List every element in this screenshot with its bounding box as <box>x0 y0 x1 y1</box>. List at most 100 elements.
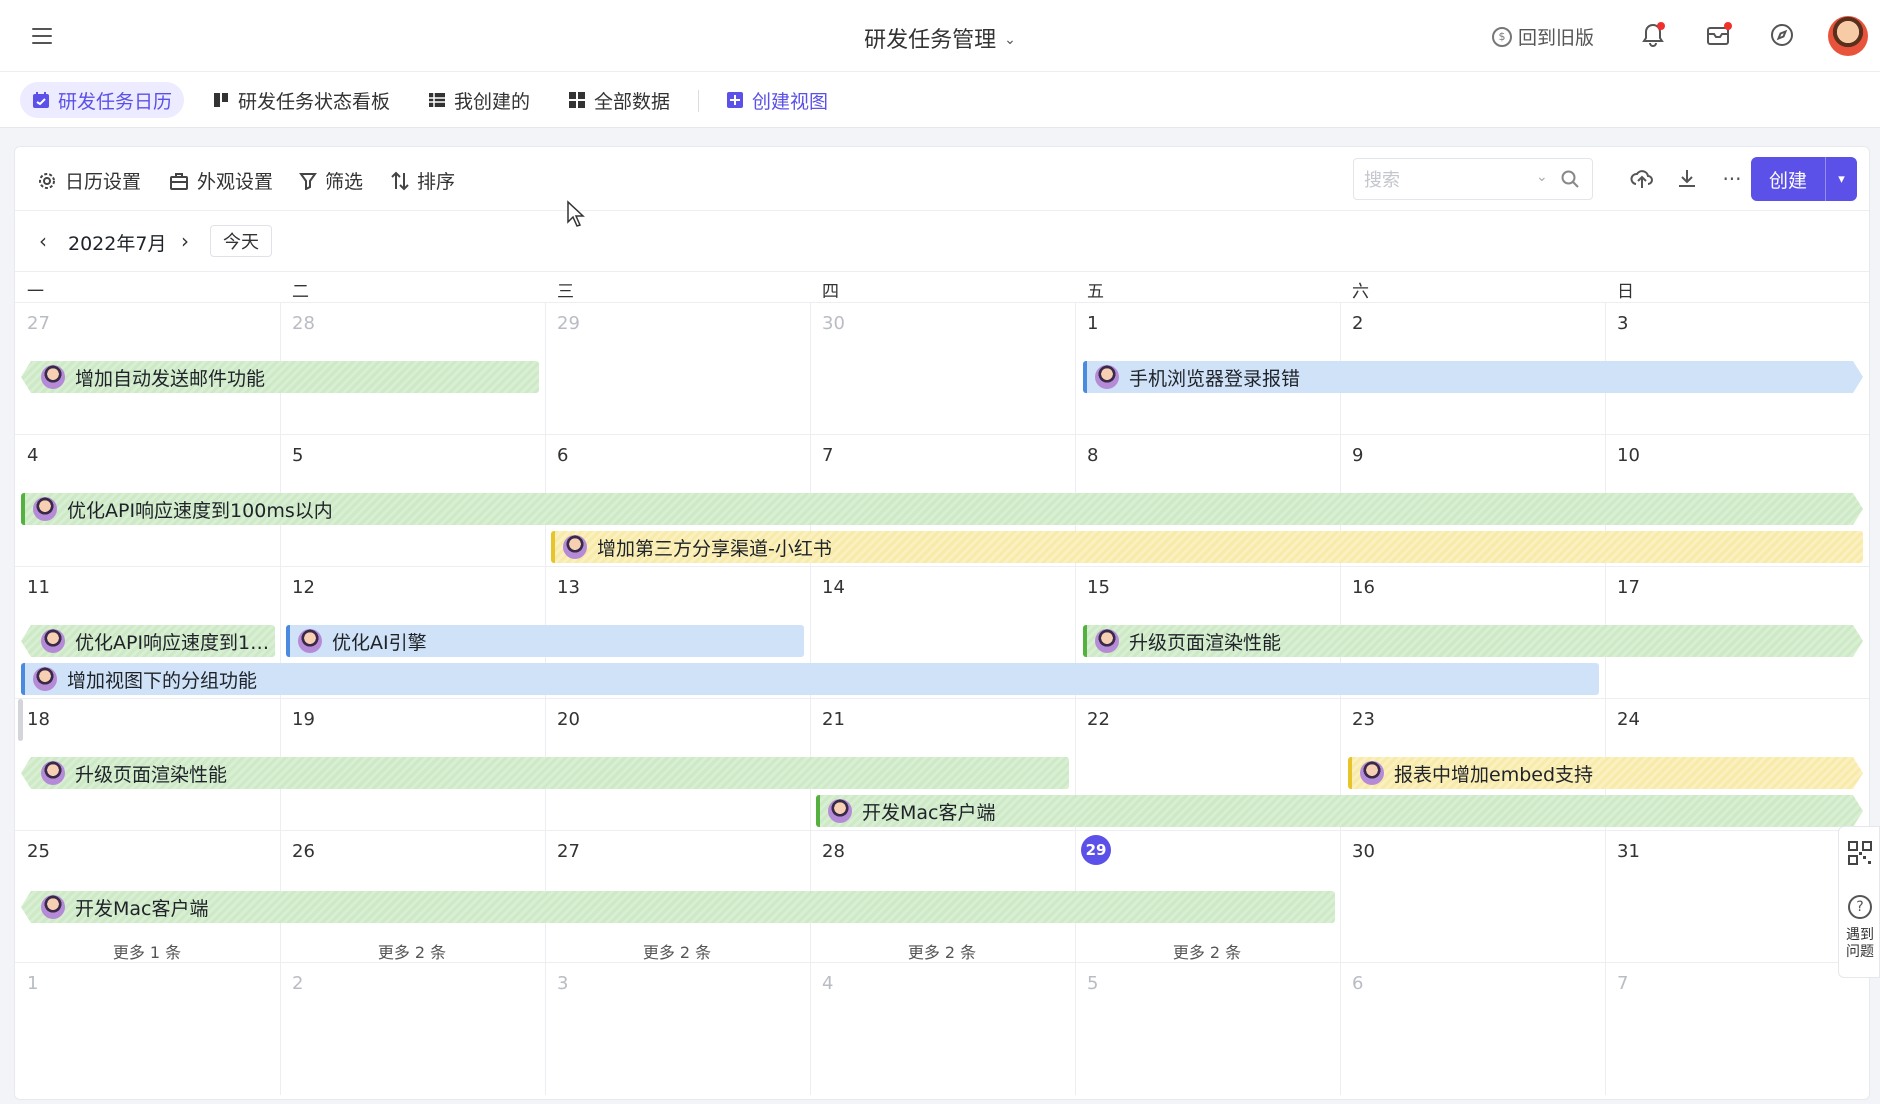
event-title: 增加第三方分享渠道-小红书 <box>597 537 832 560</box>
day-number: 15 <box>1087 577 1110 598</box>
event-title: 优化API响应速度到100ms以内 <box>67 499 333 522</box>
app-title[interactable]: 研发任务管理 ⌄ <box>0 22 1880 54</box>
day-number: 6 <box>1352 973 1364 994</box>
sort-button[interactable]: 排序 <box>391 167 455 194</box>
sort-label: 排序 <box>417 171 456 193</box>
gear-icon <box>39 172 55 189</box>
event-bar[interactable]: 优化API响应速度到10... <box>21 625 275 657</box>
event-bar[interactable]: 开发Mac客户端 <box>21 891 1335 923</box>
day-number: 2 <box>1352 313 1364 334</box>
day-number: 23 <box>1352 709 1375 730</box>
day-number: 5 <box>1087 973 1099 994</box>
tab-calendar-label: 研发任务日历 <box>58 90 173 113</box>
weekday-label: 四 <box>822 282 839 302</box>
inbox-icon[interactable] <box>1703 20 1733 50</box>
event-bar[interactable]: 优化AI引擎 <box>286 625 804 657</box>
calendar-toolbar: 日历设置 外观设置 筛选 排序 ⌄ ··· 创建 ▾ <box>15 147 1869 211</box>
event-bar[interactable]: 增加第三方分享渠道-小红书 <box>551 531 1863 563</box>
tab-my-created[interactable]: 我创建的 <box>416 82 542 118</box>
day-number: 11 <box>27 577 50 598</box>
search-icon[interactable] <box>1560 169 1580 189</box>
tab-all-data[interactable]: 全部数据 <box>556 82 682 118</box>
day-number: 9 <box>1352 445 1364 466</box>
today-date-badge: 29 <box>1081 835 1111 865</box>
back-to-old-version-link[interactable]: $ 回到旧版 <box>1492 23 1594 50</box>
more-events-link[interactable]: 更多 2 条 <box>567 939 787 963</box>
event-bar[interactable]: 报表中增加embed支持 <box>1348 757 1863 789</box>
day-number: 4 <box>27 445 39 466</box>
avatar <box>33 667 57 691</box>
upload-icon[interactable] <box>1628 165 1656 193</box>
day-number: 10 <box>1617 445 1640 466</box>
day-number: 13 <box>557 577 580 598</box>
tab-status-board[interactable]: 研发任务状态看板 <box>200 82 402 118</box>
more-events-link[interactable]: 更多 2 条 <box>302 939 522 963</box>
create-view-button[interactable]: 创建视图 <box>714 82 840 118</box>
day-number: 7 <box>1617 973 1629 994</box>
filter-button[interactable]: 筛选 <box>299 167 363 194</box>
day-number: 30 <box>822 313 845 334</box>
help-label[interactable]: 遇到问题 <box>1843 927 1877 961</box>
event-title: 增加自动发送邮件功能 <box>75 367 266 390</box>
event-title: 开发Mac客户端 <box>75 897 209 920</box>
qr-code-icon[interactable] <box>1848 841 1872 865</box>
scrollbar-handle[interactable] <box>18 699 23 741</box>
compass-icon[interactable] <box>1767 20 1797 50</box>
event-title: 升级页面渲染性能 <box>1129 631 1282 654</box>
top-bar: 研发任务管理 ⌄ $ 回到旧版 <box>0 0 1880 72</box>
create-button[interactable]: 创建 ▾ <box>1751 157 1857 201</box>
event-bar[interactable]: 开发Mac客户端 <box>816 795 1863 827</box>
user-avatar[interactable] <box>1828 16 1868 56</box>
month-label: 2022年7月 <box>68 233 167 255</box>
day-number: 19 <box>292 709 315 730</box>
filter-label: 筛选 <box>325 171 364 193</box>
more-events-link[interactable]: 更多 1 条 <box>37 939 257 963</box>
chevron-down-icon[interactable]: ▾ <box>1826 172 1857 187</box>
more-events-link[interactable]: 更多 2 条 <box>832 939 1052 963</box>
event-bar[interactable]: 增加视图下的分组功能 <box>21 663 1599 695</box>
help-icon[interactable]: ? <box>1848 895 1872 919</box>
day-number: 14 <box>822 577 845 598</box>
event-bar[interactable]: 增加自动发送邮件功能 <box>21 361 539 393</box>
tab-my-created-label: 我创建的 <box>454 90 531 113</box>
today-button[interactable]: 今天 <box>210 225 272 257</box>
bell-icon[interactable] <box>1638 20 1668 50</box>
event-bar[interactable]: 升级页面渲染性能 <box>1083 625 1863 657</box>
search-input[interactable] <box>1364 167 1524 193</box>
event-bar[interactable]: 手机浏览器登录报错 <box>1083 361 1863 393</box>
day-number: 24 <box>1617 709 1640 730</box>
event-bar[interactable]: 升级页面渲染性能 <box>21 757 1069 789</box>
event-title: 手机浏览器登录报错 <box>1129 367 1301 390</box>
calendar-nav: ‹ 2022年7月 › 今天 <box>15 211 1869 271</box>
appearance-settings-label: 外观设置 <box>197 171 274 193</box>
prev-month-button[interactable]: ‹ <box>31 229 55 253</box>
day-number: 3 <box>557 973 569 994</box>
tab-separator <box>698 90 699 112</box>
avatar <box>1360 761 1384 785</box>
tab-calendar[interactable]: 研发任务日历 <box>20 82 185 118</box>
day-number: 25 <box>27 841 50 862</box>
view-tab-bar: 研发任务日历 研发任务状态看板 我创建的 全部数据 创建视图 <box>0 72 1880 128</box>
avatar <box>1095 365 1119 389</box>
next-month-button[interactable]: › <box>173 229 197 253</box>
search-box[interactable]: ⌄ <box>1353 158 1593 200</box>
calendar-settings-button[interactable]: 日历设置 <box>37 167 141 194</box>
event-bar[interactable]: 优化API响应速度到100ms以内 <box>21 493 1863 525</box>
appearance-settings-button[interactable]: 外观设置 <box>169 167 273 194</box>
sort-icon <box>391 171 409 190</box>
more-options-icon[interactable]: ··· <box>1718 165 1746 193</box>
dollar-circle-icon: $ <box>1492 26 1512 47</box>
chevron-down-icon[interactable]: ⌄ <box>1536 169 1548 185</box>
weekday-label: 日 <box>1617 282 1634 302</box>
calendar-panel: 日历设置 外观设置 筛选 排序 ⌄ ··· 创建 ▾ <box>14 146 1870 1100</box>
day-number: 16 <box>1352 577 1375 598</box>
download-icon[interactable] <box>1673 165 1701 193</box>
avatar <box>828 799 852 823</box>
app-title-text: 研发任务管理 <box>864 28 997 53</box>
day-number: 17 <box>1617 577 1640 598</box>
day-number: 5 <box>292 445 304 466</box>
day-number: 12 <box>292 577 315 598</box>
more-events-link[interactable]: 更多 2 条 <box>1097 939 1317 963</box>
day-number: 18 <box>27 709 50 730</box>
tab-all-data-label: 全部数据 <box>594 90 671 113</box>
